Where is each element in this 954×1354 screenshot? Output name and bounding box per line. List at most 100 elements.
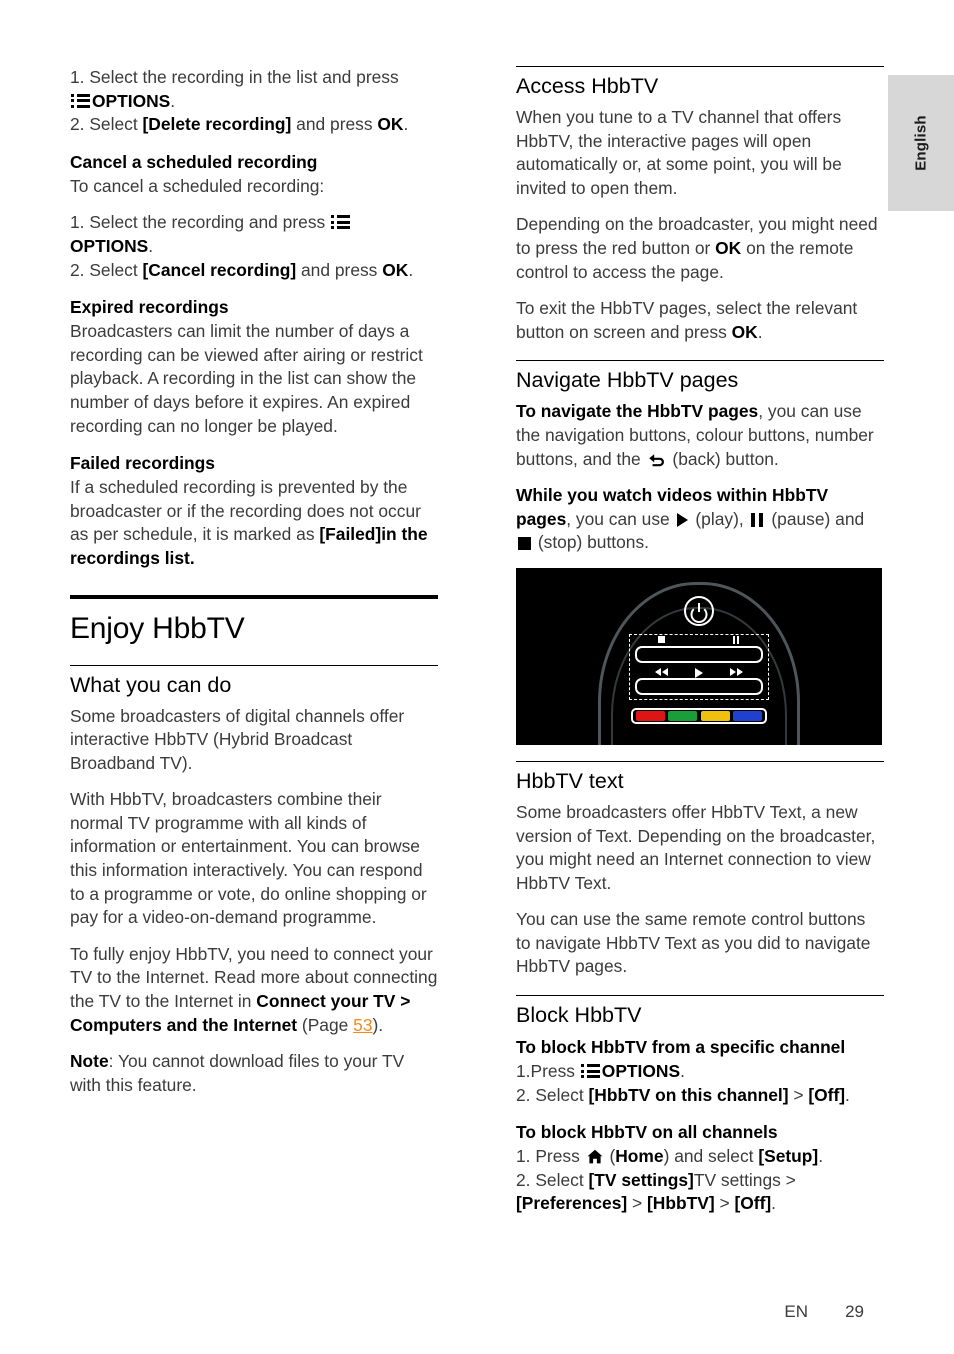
delete-recording-steps: 1. Select the recording in the list and … xyxy=(70,66,438,137)
block-s2-step1-d: . xyxy=(818,1146,824,1167)
green-key xyxy=(668,710,698,721)
navigate-pages-p1: To navigate the HbbTV pages, you can use… xyxy=(516,400,884,471)
navigate-p2-c: (pause) and xyxy=(766,508,865,529)
left-column: 1. Select the recording in the list and … xyxy=(70,66,438,1110)
back-icon xyxy=(648,453,664,466)
block-s2-tvsettings-bold: [TV settings] xyxy=(588,1169,694,1190)
what-you-can-do-p2: With HbbTV, broadcasters combine their n… xyxy=(70,789,427,928)
navigate-pages-p2: While you watch videos within HbbTV page… xyxy=(516,484,884,555)
navigate-pages-heading: Navigate HbbTV pages xyxy=(516,368,739,393)
access-p3-a: To exit the HbbTV pages, select the rele… xyxy=(516,298,858,342)
options-icon xyxy=(71,93,90,108)
access-p2-ok: OK xyxy=(715,237,742,258)
pause-icon xyxy=(750,512,764,527)
failed-recordings-heading: Failed recordings xyxy=(70,453,215,474)
navigate-p1-b: (back) button. xyxy=(667,448,779,469)
colour-buttons-row xyxy=(631,707,767,724)
block-s2-setup-label: [Setup] xyxy=(758,1146,819,1167)
hbbtv-text-heading: HbbTV text xyxy=(516,768,624,793)
block-s2-off: [Off] xyxy=(734,1193,772,1214)
block-hbbtv-heading: Block HbbTV xyxy=(516,1003,642,1028)
stop-icon xyxy=(658,635,665,643)
access-hbbtv-p1: When you tune to a TV channel that offer… xyxy=(516,107,842,198)
block-all-channels-subheading: To block HbbTV on all channels xyxy=(516,1122,778,1143)
block-s1-step1-c: . xyxy=(680,1061,685,1082)
block-s1-step2-value: [Off] xyxy=(808,1084,846,1105)
delete-step1-options-label: OPTIONS xyxy=(92,90,171,111)
what-you-can-do-p3: To fully enjoy HbbTV, you need to connec… xyxy=(70,943,438,1037)
language-tab: English xyxy=(888,75,954,211)
block-s1-step2-a: 2. Select xyxy=(516,1084,589,1105)
cancel-step1-text-c: . xyxy=(148,235,154,256)
p3-text-b: (Page xyxy=(297,1014,354,1035)
cancel-recording-steps: 1. Select the recording and press OPTION… xyxy=(70,211,438,282)
block-specific-channel-subheading: To block HbbTV from a specific channel xyxy=(516,1037,846,1058)
block-s2-preferences: [Preferences] xyxy=(516,1193,628,1214)
block-s2-step1-b: ( xyxy=(604,1146,616,1167)
play-icon xyxy=(676,512,688,527)
failed-recordings-body: If a scheduled recording is prevented by… xyxy=(70,476,438,570)
block-s1-step1-options: OPTIONS xyxy=(601,1061,681,1082)
yellow-key xyxy=(700,710,730,721)
block-all-channels-steps: 1. Press (Home) and select [Setup]. 2. S… xyxy=(516,1145,884,1216)
block-s2-step1-a: 1. Press xyxy=(516,1146,585,1167)
pause-icon xyxy=(733,635,740,644)
block-s1-step2-b: > xyxy=(788,1084,809,1105)
delete-step1-text-c: . xyxy=(170,90,176,111)
language-tab-label: English xyxy=(912,115,930,171)
hbbtv-text-p1: Some broadcasters offer HbbTV Text, a ne… xyxy=(516,801,876,893)
block-s2-step2-a: 2. Select xyxy=(516,1169,589,1190)
options-icon xyxy=(580,1064,600,1079)
access-hbbtv-p3: To exit the HbbTV pages, select the rele… xyxy=(516,297,884,344)
options-icon xyxy=(331,215,351,230)
access-p3-b: . xyxy=(757,321,763,342)
stop-icon xyxy=(518,537,531,551)
block-s1-step2-c: . xyxy=(845,1084,850,1105)
block-s2-step2-b: TV settings > xyxy=(693,1169,796,1190)
delete-step2-text-a: 2. Select xyxy=(70,114,143,135)
navigate-p1-bold: To navigate the HbbTV pages xyxy=(516,401,759,422)
navigate-p2-d: (stop) buttons. xyxy=(533,532,649,553)
block-s2-hbbtv: [HbbTV] xyxy=(647,1193,715,1214)
note-label: Note xyxy=(70,1051,109,1072)
power-icon xyxy=(684,595,714,626)
access-p3-ok: OK xyxy=(731,321,758,342)
delete-step2-text-c: . xyxy=(403,114,409,135)
red-key xyxy=(636,710,665,721)
block-specific-channel-steps: 1.Press OPTIONS. 2. Select [HbbTV on thi… xyxy=(516,1060,884,1107)
expired-recordings-heading: Expired recordings xyxy=(70,297,229,318)
delete-step2-ok: OK xyxy=(377,114,404,135)
cancel-step2-menu: [Cancel recording] xyxy=(142,259,297,280)
hbbtv-text-p2: You can use the same remote control butt… xyxy=(516,909,871,977)
cancel-step2-text-c: . xyxy=(408,259,414,280)
block-s2-step2-e: . xyxy=(771,1193,776,1214)
cancel-scheduled-intro: To cancel a scheduled recording: xyxy=(70,175,325,196)
access-hbbtv-p2: Depending on the broadcaster, you might … xyxy=(516,213,884,284)
delete-step1-text-a: 1. Select the recording in the list and … xyxy=(70,67,399,87)
navigate-p2-b: (play), xyxy=(690,508,749,529)
transport-bar-top xyxy=(635,645,763,663)
cancel-step1-text-a: 1. Select the recording and press xyxy=(70,212,331,233)
page-reference-link[interactable]: 53 xyxy=(353,1015,372,1035)
play-icon xyxy=(695,667,703,678)
page-footer: EN 29 xyxy=(0,1302,954,1322)
footer-language-code: EN xyxy=(784,1302,808,1321)
block-s1-step1-a: 1.Press xyxy=(516,1061,580,1082)
block-s1-step2-menu: [HbbTV on this channel] xyxy=(588,1084,789,1105)
cancel-step2-text-a: 2. Select xyxy=(70,259,143,280)
chapter-title: Enjoy HbbTV xyxy=(70,611,245,645)
access-hbbtv-heading: Access HbbTV xyxy=(516,74,659,98)
delete-step2-menu: [Delete recording] xyxy=(142,114,292,135)
delete-step2-text-b: and press xyxy=(291,114,378,135)
remote-control-figure xyxy=(516,567,882,745)
home-icon xyxy=(587,1150,603,1164)
navigate-p2-a: , you can use xyxy=(566,508,675,529)
blue-key xyxy=(732,710,762,721)
cancel-scheduled-heading: Cancel a scheduled recording xyxy=(70,151,318,172)
block-s2-home-label: Home xyxy=(615,1146,664,1167)
manual-page: English 1. Select the recording in the l… xyxy=(0,0,954,1354)
transport-bar-bottom xyxy=(635,677,763,695)
block-s2-step2-c: > xyxy=(627,1193,647,1214)
cancel-step2-text-b: and press xyxy=(296,259,383,280)
p3-text-c: ). xyxy=(372,1014,384,1035)
